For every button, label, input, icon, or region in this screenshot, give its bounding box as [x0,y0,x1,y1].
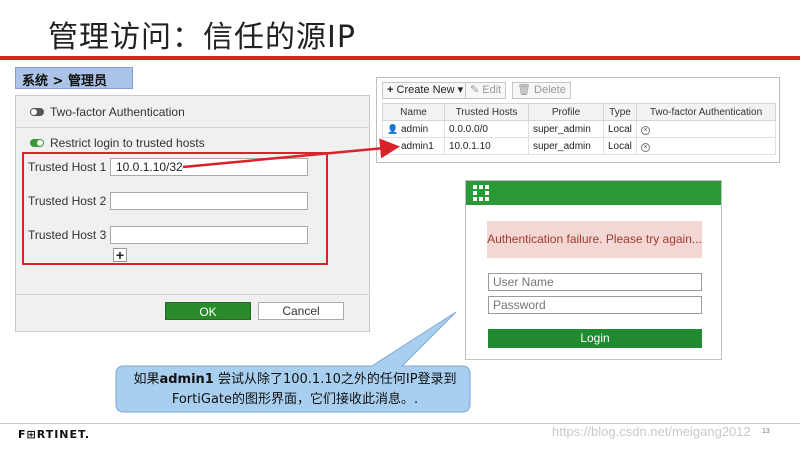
create-new-label: Create New [396,84,455,96]
password-input[interactable] [488,296,702,314]
watermark: https://blog.csdn.net/meigang2012 [552,424,751,439]
callout-bold: admin1 [159,372,214,387]
page-number: 13 [762,428,770,435]
title-divider [0,56,800,60]
hosts-cell: 0.0.0.0/0 [444,120,529,138]
breadcrumb: 系统 > 管理员 [15,67,133,89]
restrict-login-row[interactable]: Restrict login to trusted hosts [30,136,205,150]
two-factor-row[interactable]: Two-factor Authentication [30,105,185,119]
user-icon: 👤 [387,123,399,134]
name-cell: 👤 admin [382,120,445,138]
trusted-hosts-highlight [22,152,328,265]
login-error-message: Authentication failure. Please try again… [487,221,702,258]
two-factor-label: Two-factor Authentication [50,105,185,119]
create-new-button[interactable]: + Create New ▾ [382,82,469,99]
name-cell: admin1 [382,137,445,155]
type-cell: Local [603,137,637,155]
pencil-icon: ✎ [470,84,480,96]
divider [16,127,369,128]
callout-prefix: 如果 [133,372,160,387]
callout-rest: 尝试从除了100.1.10之外的任何IP登录到 [213,372,457,387]
admin-table: Name Trusted Hosts Profile Type Two-fact… [382,103,776,155]
two-factor-cell: × [636,137,776,155]
login-panel: Authentication failure. Please try again… [465,180,722,360]
edit-button[interactable]: ✎ Edit [465,82,507,99]
profile-cell: super_admin [528,137,604,155]
two-factor-cell: × [636,120,776,138]
delete-label: Delete [534,84,566,96]
restrict-login-toggle[interactable] [30,139,44,147]
type-cell: Local [603,120,637,138]
plus-icon: + [387,84,394,96]
slide-title: 管理访问：信任的源IP [48,20,356,55]
hosts-cell: 10.0.1.10 [444,137,529,155]
disabled-x-icon: × [641,125,650,135]
fortinet-logo-icon [473,185,489,201]
divider [16,294,369,295]
profile-cell: super_admin [528,120,604,138]
trash-icon: 🗑 [517,84,531,96]
two-factor-toggle[interactable] [30,108,44,116]
login-button[interactable]: Login [488,329,702,348]
admin-name: admin1 [401,140,434,152]
cancel-button[interactable]: Cancel [258,302,344,320]
column-header[interactable]: Two-factor Authentication [636,103,776,121]
table-row[interactable]: admin1 10.0.1.10 super_admin Local × [382,137,776,155]
admin-table-panel: + Create New ▾ ✎ Edit 🗑 Delete Name Trus… [376,77,780,163]
delete-button[interactable]: 🗑 Delete [512,82,571,99]
restrict-login-label: Restrict login to trusted hosts [50,136,205,150]
table-row[interactable]: 👤 admin 0.0.0.0/0 super_admin Local × [382,120,776,138]
disabled-x-icon: × [641,142,650,152]
column-header[interactable]: Name [382,103,445,121]
login-header [466,181,721,205]
username-input[interactable] [488,273,702,291]
column-header[interactable]: Type [603,103,637,121]
column-header[interactable]: Profile [528,103,604,121]
edit-label: Edit [482,84,502,96]
fortinet-logo: F⊞RTINET. [18,428,91,441]
admin-name: admin [401,123,429,135]
dropdown-caret-icon: ▾ [457,84,464,96]
column-header[interactable]: Trusted Hosts [444,103,529,121]
ok-button[interactable]: OK [165,302,251,320]
callout-text: 如果admin1 尝试从除了100.1.10之外的任何IP登录到 FortiGa… [118,370,472,410]
callout-line2: FortiGate的图形界面，它们接收此消息。. [171,392,419,407]
